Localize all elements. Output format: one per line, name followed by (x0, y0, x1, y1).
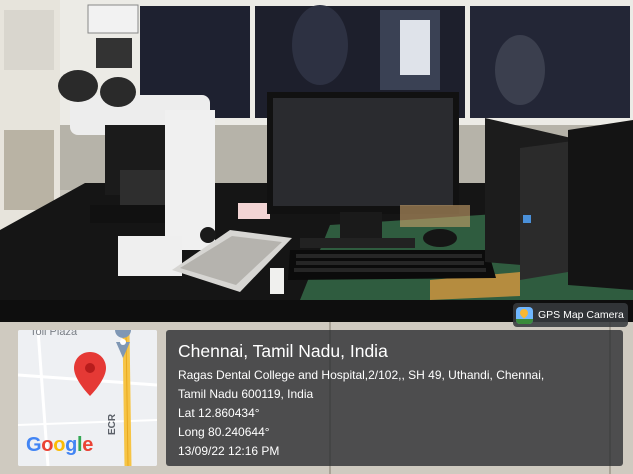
google-logo-letter: g (65, 434, 78, 456)
address-line-1: Ragas Dental College and Hospital,2/102,… (178, 368, 545, 382)
gps-map-camera-icon (516, 306, 533, 324)
map-area-label: Toll Plaza (30, 330, 78, 338)
desktop-tower (485, 118, 580, 280)
google-logo-letter: o (53, 434, 66, 456)
address-line-2: Tamil Nadu 600119, India (178, 387, 314, 401)
location-city: Chennai, Tamil Nadu, India (178, 341, 388, 361)
google-logo-letter: o (41, 434, 54, 456)
gps-camera-badge: GPS Map Camera (513, 303, 628, 327)
badge-label: GPS Map Camera (538, 309, 624, 321)
google-logo-letter: G (26, 434, 42, 456)
google-logo: Google (26, 434, 93, 457)
timestamp: 13/09/22 12:16 PM (178, 444, 280, 458)
map-road-label: ECR (107, 413, 118, 435)
latitude: Lat 12.860434° (178, 406, 260, 420)
longitude: Long 80.240644° (178, 425, 270, 439)
location-info-panel: Chennai, Tamil Nadu, India Ragas Dental … (166, 330, 623, 466)
google-logo-letter: e (82, 434, 94, 456)
map-thumbnail: Toll Plaza ECR Google (18, 330, 157, 466)
